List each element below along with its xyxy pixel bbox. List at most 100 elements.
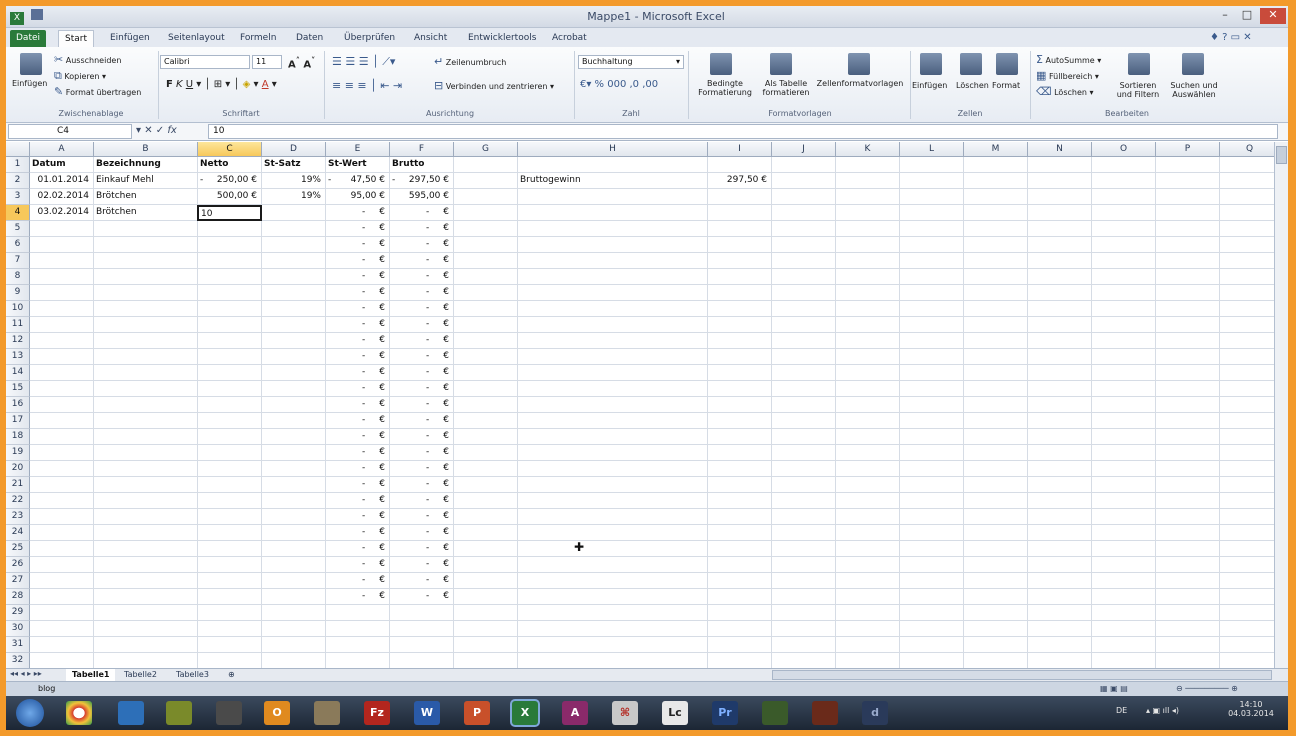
cell-f28[interactable]: - €: [392, 589, 452, 605]
column-header-e[interactable]: E: [326, 142, 390, 157]
cell-f3[interactable]: 595,00 €: [392, 189, 452, 205]
row-header-26[interactable]: 26: [6, 557, 30, 573]
row-header-11[interactable]: 11: [6, 317, 30, 333]
cell-e6[interactable]: - €: [328, 237, 388, 253]
column-header-n[interactable]: N: [1028, 142, 1092, 157]
access-icon[interactable]: A: [562, 701, 588, 725]
row-header-32[interactable]: 32: [6, 653, 30, 669]
tab-seitenlayout[interactable]: Seitenlayout: [162, 30, 231, 48]
row-header-29[interactable]: 29: [6, 605, 30, 621]
horizontal-scrollbar[interactable]: [772, 670, 1272, 680]
column-header-l[interactable]: L: [900, 142, 964, 157]
row-header-9[interactable]: 9: [6, 285, 30, 301]
cell-d4[interactable]: [264, 205, 324, 221]
cut-button[interactable]: ✂ Ausschneiden: [54, 53, 121, 66]
cell-e14[interactable]: - €: [328, 365, 388, 381]
filezilla-icon[interactable]: Fz: [364, 701, 390, 725]
cell-f22[interactable]: - €: [392, 493, 452, 509]
row-header-1[interactable]: 1: [6, 157, 30, 173]
tab-datei[interactable]: Datei: [10, 30, 47, 48]
cell-f13[interactable]: - €: [392, 349, 452, 365]
help-icon[interactable]: ♦ ? ▭ ✕: [1210, 32, 1252, 43]
cell-styles-icon[interactable]: [848, 53, 870, 75]
cell-f17[interactable]: - €: [392, 413, 452, 429]
acrobat-icon[interactable]: ⌘: [612, 701, 638, 725]
number-format-select[interactable]: Buchhaltung ▾: [578, 55, 684, 69]
row-header-18[interactable]: 18: [6, 429, 30, 445]
cell-b4[interactable]: Brötchen: [96, 205, 196, 221]
cell-f1[interactable]: Brutto: [392, 157, 452, 173]
conditional-formatting-icon[interactable]: [710, 53, 732, 75]
row-header-27[interactable]: 27: [6, 573, 30, 589]
insert-cells-button[interactable]: Einfügen: [912, 81, 947, 90]
cell-a2[interactable]: 01.01.2014: [32, 173, 92, 189]
row-header-24[interactable]: 24: [6, 525, 30, 541]
autosum-button[interactable]: Σ AutoSumme ▾: [1036, 53, 1101, 66]
app-icon[interactable]: [812, 701, 838, 725]
cell-f15[interactable]: - €: [392, 381, 452, 397]
row-header-25[interactable]: 25: [6, 541, 30, 557]
column-header-q[interactable]: Q: [1220, 142, 1280, 157]
row-header-10[interactable]: 10: [6, 301, 30, 317]
font-style-buttons[interactable]: F K U ▾ │ ⊞ ▾ │ ◈ ▾ A ▾: [166, 79, 277, 90]
cell-f8[interactable]: - €: [392, 269, 452, 285]
language-indicator[interactable]: DE: [1116, 706, 1127, 715]
vertical-scrollbar[interactable]: [1274, 142, 1288, 668]
cell-e26[interactable]: - €: [328, 557, 388, 573]
row-header-8[interactable]: 8: [6, 269, 30, 285]
tab-daten[interactable]: Daten: [290, 30, 329, 48]
cell-f4[interactable]: - €: [392, 205, 452, 221]
cell-f14[interactable]: - €: [392, 365, 452, 381]
powerpoint-icon[interactable]: P: [464, 701, 490, 725]
font-grow-icon[interactable]: A˄ A˅: [288, 55, 315, 70]
cell-e23[interactable]: - €: [328, 509, 388, 525]
cell-f19[interactable]: - €: [392, 445, 452, 461]
cell-e4[interactable]: - €: [328, 205, 388, 221]
fill-button[interactable]: ▦ Füllbereich ▾: [1036, 69, 1099, 82]
sheet-nav-arrows[interactable]: ◂◂ ◂ ▸ ▸▸: [10, 669, 42, 678]
column-header-k[interactable]: K: [836, 142, 900, 157]
column-header-c[interactable]: C: [198, 142, 262, 157]
outlook-icon[interactable]: O: [264, 701, 290, 725]
cell-d1[interactable]: St-Satz: [264, 157, 324, 173]
cell-e8[interactable]: - €: [328, 269, 388, 285]
wrap-text-button[interactable]: ↵ Zeilenumbruch: [434, 55, 506, 68]
scrollbar-thumb[interactable]: [1276, 146, 1287, 164]
cell-f21[interactable]: - €: [392, 477, 452, 493]
cell-f5[interactable]: - €: [392, 221, 452, 237]
format-painter-button[interactable]: ✎ Format übertragen: [54, 85, 141, 98]
clear-button[interactable]: ⌫ Löschen ▾: [1036, 85, 1094, 98]
row-header-21[interactable]: 21: [6, 477, 30, 493]
cell-e12[interactable]: - €: [328, 333, 388, 349]
tab-acrobat[interactable]: Acrobat: [546, 30, 593, 48]
tab-ansicht[interactable]: Ansicht: [408, 30, 453, 48]
cell-e16[interactable]: - €: [328, 397, 388, 413]
save-icon[interactable]: [30, 9, 43, 20]
sort-filter-icon[interactable]: [1128, 53, 1150, 75]
column-header-o[interactable]: O: [1092, 142, 1156, 157]
tab-ueberpruefen[interactable]: Überprüfen: [338, 30, 401, 48]
tab-einfuegen[interactable]: Einfügen: [104, 30, 156, 48]
format-as-table-icon[interactable]: [770, 53, 792, 75]
cell-f20[interactable]: - €: [392, 461, 452, 477]
chrome-icon[interactable]: [66, 701, 92, 725]
row-header-2[interactable]: 2: [6, 173, 30, 189]
column-header-b[interactable]: B: [94, 142, 198, 157]
cell-e13[interactable]: - €: [328, 349, 388, 365]
excel-taskbar-icon[interactable]: X: [512, 701, 538, 725]
row-header-4[interactable]: 4: [6, 205, 30, 221]
font-color-icon[interactable]: A: [262, 79, 269, 90]
select-all-corner[interactable]: [6, 142, 30, 157]
cell-f7[interactable]: - €: [392, 253, 452, 269]
cell-e15[interactable]: - €: [328, 381, 388, 397]
column-header-h[interactable]: H: [518, 142, 708, 157]
row-header-17[interactable]: 17: [6, 413, 30, 429]
cell-e22[interactable]: - €: [328, 493, 388, 509]
row-header-3[interactable]: 3: [6, 189, 30, 205]
format-cells-icon[interactable]: [996, 53, 1018, 75]
cell-c3[interactable]: 500,00 €: [200, 189, 260, 205]
column-header-d[interactable]: D: [262, 142, 326, 157]
minimize-button[interactable]: –: [1214, 8, 1236, 24]
tab-formeln[interactable]: Formeln: [234, 30, 282, 48]
cell-styles-button[interactable]: Zellenformatvorlagen: [814, 79, 906, 88]
